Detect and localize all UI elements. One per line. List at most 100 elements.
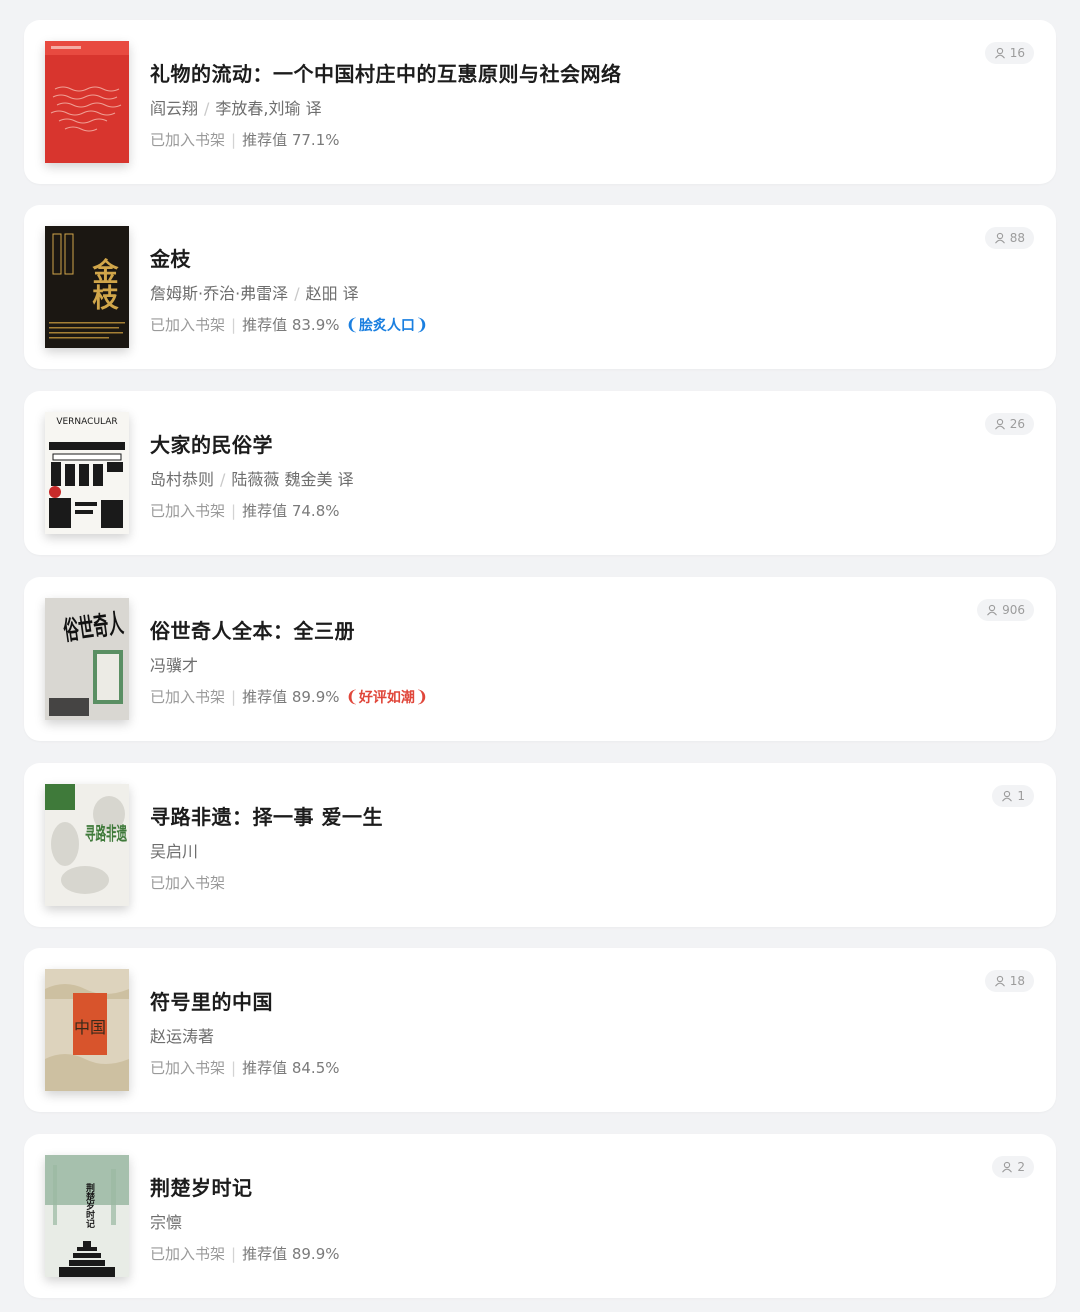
book-cover-image: 金枝: [45, 226, 129, 348]
readers-count: 906: [1002, 603, 1025, 617]
shelf-status: 已加入书架: [150, 874, 226, 892]
honor-badge-label: 脍炙人口: [358, 317, 415, 334]
book-cover[interactable]: 金枝: [45, 226, 129, 348]
readers-count: 26: [1009, 417, 1025, 431]
book-author-line: 冯骥才: [150, 652, 198, 676]
user-icon: [1002, 1161, 1013, 1173]
recommend-value: 推荐值 74.8%: [242, 502, 340, 520]
meta-separator: |: [231, 130, 237, 149]
book-author-line: 赵运涛著: [150, 1023, 214, 1047]
book-title[interactable]: 大家的民俗学: [150, 429, 273, 458]
book-translator: 李放春,刘瑜 译: [215, 99, 322, 118]
book-author-line: 吴启川: [150, 838, 198, 862]
meta-separator: |: [231, 1058, 237, 1077]
honor-badge: ❨ 脍炙人口 ❩: [346, 315, 429, 335]
book-author: 詹姆斯·乔治·弗雷泽: [150, 284, 289, 303]
book-cover[interactable]: 中国: [45, 969, 129, 1091]
book-cover-image: [45, 41, 129, 163]
cover-title: 寻路非遗: [85, 823, 127, 845]
book-card[interactable]: VERNACULAR 大家的民俗学 岛村恭则 / 陆薇薇 魏金美 译 已加入书架…: [24, 391, 1056, 555]
book-cover[interactable]: 荆楚岁时记: [45, 1155, 129, 1277]
meta-separator: |: [231, 687, 237, 706]
meta-separator: |: [231, 501, 237, 520]
book-cover-image: 寻路非遗: [45, 784, 129, 906]
book-title[interactable]: 金枝: [150, 243, 191, 272]
book-author-line: 阎云翔 / 李放春,刘瑜 译: [150, 95, 322, 119]
readers-badge: 26: [984, 413, 1034, 435]
readers-badge: 1: [992, 785, 1034, 807]
book-author: 赵运涛著: [150, 1027, 215, 1046]
book-author: 宗懔: [150, 1213, 183, 1232]
book-title[interactable]: 荆楚岁时记: [150, 1172, 253, 1201]
book-author: 阎云翔: [150, 99, 199, 118]
recommend-value: 推荐值 77.1%: [242, 131, 340, 149]
meta-separator: |: [231, 315, 237, 334]
shelf-status: 已加入书架: [150, 1059, 226, 1077]
book-meta: 已加入书架 | 推荐值 83.9% ❨ 脍炙人口 ❩: [150, 314, 428, 335]
author-separator: /: [204, 99, 210, 118]
laurel-icon: ❨: [345, 315, 359, 334]
book-meta: 已加入书架 | 推荐值 84.5%: [150, 1057, 340, 1078]
readers-badge: 88: [984, 227, 1034, 249]
shelf-status: 已加入书架: [150, 688, 226, 706]
author-separator: /: [220, 470, 226, 489]
shelf-status: 已加入书架: [150, 502, 226, 520]
user-icon: [994, 232, 1005, 244]
cover-title: 金枝: [88, 257, 119, 311]
readers-badge: 2: [992, 1156, 1034, 1178]
book-title[interactable]: 符号里的中国: [150, 986, 273, 1015]
recommend-value: 推荐值 89.9%: [242, 1245, 340, 1263]
book-author-line: 岛村恭则 / 陆薇薇 魏金美 译: [150, 466, 354, 490]
book-card[interactable]: 寻路非遗 寻路非遗：择一事 爱一生 吴启川 已加入书架 1: [24, 763, 1056, 927]
laurel-icon: ❨: [345, 687, 359, 706]
book-cover[interactable]: 俗世奇人: [45, 598, 129, 720]
book-author-line: 詹姆斯·乔治·弗雷泽 / 赵昍 译: [150, 280, 359, 304]
laurel-icon: ❩: [414, 687, 429, 706]
book-card[interactable]: 金枝 金枝 詹姆斯·乔治·弗雷泽 / 赵昍 译 已加入书架 | 推荐值 83.9% ❨ 脍…: [24, 205, 1056, 369]
book-title[interactable]: 礼物的流动：一个中国村庄中的互惠原则与社会网络: [150, 58, 622, 87]
book-cover-image: 俗世奇人: [45, 598, 129, 720]
book-card[interactable]: 礼物的流动：一个中国村庄中的互惠原则与社会网络 阎云翔 / 李放春,刘瑜 译 已加入…: [24, 20, 1056, 184]
cover-title: 中国: [74, 1018, 106, 1037]
readers-count: 1: [1017, 789, 1025, 803]
book-meta: 已加入书架 | 推荐值 74.8%: [150, 500, 340, 521]
book-meta: 已加入书架 | 推荐值 89.9% ❨ 好评如潮 ❩: [150, 686, 428, 707]
author-separator: /: [294, 284, 300, 303]
recommend-value: 推荐值 84.5%: [242, 1059, 340, 1077]
readers-badge: 906: [977, 599, 1034, 621]
readers-badge: 16: [984, 42, 1034, 64]
book-cover-image: 荆楚岁时记: [45, 1155, 129, 1277]
book-meta: 已加入书架 | 推荐值 89.9%: [150, 1243, 340, 1264]
cover-title: 荆楚岁时记: [84, 1182, 96, 1229]
book-card[interactable]: 中国 符号里的中国 赵运涛著 已加入书架 | 推荐值 84.5% 18: [24, 948, 1056, 1112]
book-cover[interactable]: VERNACULAR: [45, 412, 129, 534]
book-card[interactable]: 俗世奇人 俗世奇人全本：全三册 冯骥才 已加入书架 | 推荐值 89.9% ❨ 好评如…: [24, 577, 1056, 741]
book-cover[interactable]: [45, 41, 129, 163]
user-icon: [994, 418, 1005, 430]
book-cover-image: VERNACULAR: [45, 412, 129, 534]
recommend-value: 推荐值 89.9%: [242, 688, 340, 706]
cover-title: VERNACULAR: [56, 417, 117, 427]
shelf-status: 已加入书架: [150, 131, 226, 149]
meta-separator: |: [231, 1244, 237, 1263]
shelf-status: 已加入书架: [150, 316, 226, 334]
book-author: 冯骥才: [150, 656, 199, 675]
readers-count: 16: [1009, 46, 1025, 60]
book-translator: 陆薇薇 魏金美 译: [231, 470, 354, 489]
readers-count: 2: [1017, 1160, 1025, 1174]
honor-badge-label: 好评如潮: [358, 689, 415, 706]
book-meta: 已加入书架: [150, 872, 225, 893]
book-card[interactable]: 荆楚岁时记 荆楚岁时记 宗懔 已加入书架 | 推荐值 89.9% 2: [24, 1134, 1056, 1298]
laurel-icon: ❩: [414, 315, 429, 334]
book-cover[interactable]: 寻路非遗: [45, 784, 129, 906]
book-translator: 赵昍 译: [305, 284, 359, 303]
user-icon: [987, 604, 998, 616]
readers-count: 88: [1009, 231, 1025, 245]
book-author: 岛村恭则: [150, 470, 215, 489]
book-author-line: 宗懔: [150, 1209, 182, 1233]
book-title[interactable]: 寻路非遗：择一事 爱一生: [150, 801, 383, 830]
book-title[interactable]: 俗世奇人全本：全三册: [150, 615, 355, 644]
book-cover-image: 中国: [45, 969, 129, 1091]
user-icon: [994, 975, 1005, 987]
readers-badge: 18: [984, 970, 1034, 992]
